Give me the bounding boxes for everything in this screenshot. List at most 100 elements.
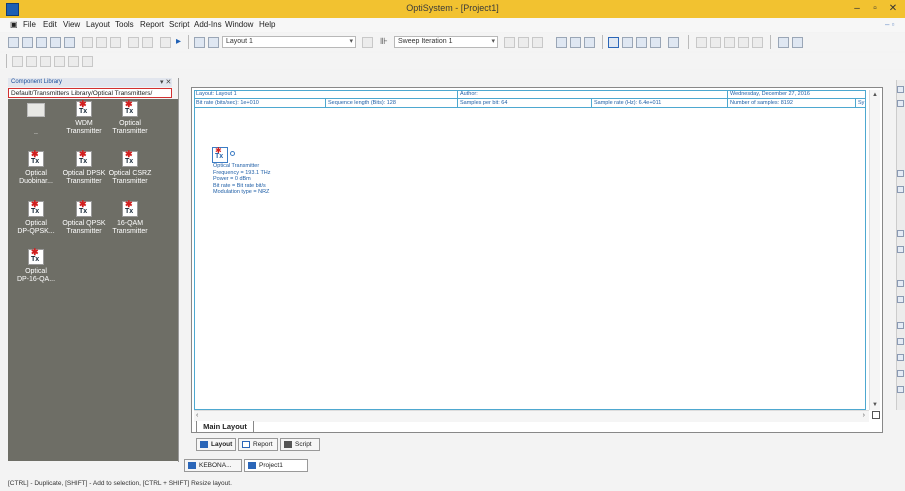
- mirror-icon[interactable]: [82, 56, 93, 67]
- tab-script[interactable]: Script: [280, 438, 320, 451]
- tab-main-layout[interactable]: Main Layout: [196, 421, 254, 433]
- dock-btn-icon[interactable]: [897, 296, 904, 303]
- menu-window[interactable]: Window: [222, 19, 256, 30]
- tab-report[interactable]: Report: [238, 438, 278, 451]
- grid-icon[interactable]: [556, 37, 567, 48]
- zoom-in-icon[interactable]: [12, 56, 23, 67]
- optimize-icon[interactable]: [724, 37, 735, 48]
- mdi-controls[interactable]: – ▫: [882, 19, 898, 30]
- sweep-icon[interactable]: ⊪: [380, 36, 388, 47]
- menu-report[interactable]: Report: [137, 19, 167, 30]
- close-button[interactable]: ✕: [886, 2, 900, 15]
- dock-btn-icon[interactable]: [897, 280, 904, 287]
- rotate-icon[interactable]: [54, 56, 65, 67]
- dock-btn-icon[interactable]: [897, 86, 904, 93]
- redo-icon[interactable]: [142, 37, 153, 48]
- align-icon[interactable]: [584, 37, 595, 48]
- scroll-down-icon[interactable]: ▼: [872, 402, 878, 408]
- corner-zoom-icon[interactable]: [872, 411, 880, 419]
- bom-icon[interactable]: [778, 37, 789, 48]
- layout-select[interactable]: Layout 1 ▾: [222, 36, 356, 48]
- copy-icon[interactable]: [96, 37, 107, 48]
- paste-icon[interactable]: [110, 37, 121, 48]
- back-icon[interactable]: [160, 37, 171, 48]
- dock-btn-icon[interactable]: [897, 186, 904, 193]
- menu-add-ins[interactable]: Add-Ins: [191, 19, 225, 30]
- new-file-icon[interactable]: [8, 37, 19, 48]
- optical-transmitter-component[interactable]: ✱ Tx: [212, 147, 228, 163]
- snap-icon[interactable]: [570, 37, 581, 48]
- dock-btn-icon[interactable]: [897, 338, 904, 345]
- menu-help[interactable]: Help: [256, 19, 278, 30]
- scroll-left-icon[interactable]: ‹: [196, 412, 198, 419]
- library-item-wdm-transmitter[interactable]: ✱ Tx WDM Transmitter: [58, 100, 110, 136]
- horizontal-scrollbar[interactable]: ‹ ›: [194, 410, 869, 422]
- menu-file[interactable]: File: [20, 19, 39, 30]
- zoom-fit-icon[interactable]: [40, 56, 51, 67]
- minimize-button[interactable]: –: [850, 2, 864, 15]
- library-item-optical-qpsk[interactable]: ✱ Tx Optical QPSK Transmitter: [58, 200, 110, 236]
- sweep-config-icon[interactable]: [532, 37, 543, 48]
- output-port[interactable]: [230, 151, 235, 156]
- library-item-optical-dp-qpsk[interactable]: ✱ Tx Optical DP-QPSK...: [10, 200, 62, 236]
- library-item-optical-duobinary[interactable]: ✱ Tx Optical Duobinar...: [10, 150, 62, 186]
- zoom-out-icon[interactable]: [26, 56, 37, 67]
- library-item-optical-transmitter[interactable]: ✱ Tx Optical Transmitter: [104, 100, 156, 136]
- sweep-prev-icon[interactable]: [504, 37, 515, 48]
- dock-btn-icon[interactable]: [897, 246, 904, 253]
- cut-icon[interactable]: [82, 37, 93, 48]
- calc-icon[interactable]: [696, 37, 707, 48]
- sweep-select[interactable]: Sweep Iteration 1 ▾: [394, 36, 498, 48]
- layout-list-icon[interactable]: [208, 37, 219, 48]
- restore-button[interactable]: ▫: [868, 2, 882, 15]
- print-icon[interactable]: [64, 37, 75, 48]
- dock-btn-icon[interactable]: [897, 230, 904, 237]
- vertical-scrollbar[interactable]: ▲ ▼: [869, 90, 880, 410]
- menu-script[interactable]: Script: [166, 19, 192, 30]
- library-item-optical-dp-16qam[interactable]: ✱ Tx Optical DP-16-QA...: [10, 248, 62, 284]
- split-icon[interactable]: [650, 37, 661, 48]
- sweep-next-icon[interactable]: [518, 37, 529, 48]
- dock-btn-icon[interactable]: [897, 386, 904, 393]
- library-item-optical-csrz[interactable]: ✱ Tx Optical CSRZ Transmitter: [104, 150, 156, 186]
- panel-splitter[interactable]: [178, 78, 179, 462]
- menu-layout[interactable]: Layout: [83, 19, 113, 30]
- flip-icon[interactable]: [68, 56, 79, 67]
- library-item-up[interactable]: ..: [10, 103, 62, 137]
- open-sample-icon[interactable]: [36, 37, 47, 48]
- doc-tab-kebona[interactable]: KEBONA...: [184, 459, 242, 472]
- scroll-right-icon[interactable]: ›: [863, 412, 865, 419]
- window-icon[interactable]: [668, 37, 679, 48]
- sweep-select-value: Sweep Iteration 1: [398, 38, 453, 45]
- dock-btn-icon[interactable]: [897, 100, 904, 107]
- menu-app-icon[interactable]: ▣: [7, 19, 21, 30]
- dock-btn-icon[interactable]: [897, 170, 904, 177]
- menu-tools[interactable]: Tools: [112, 19, 137, 30]
- undo-icon[interactable]: [128, 37, 139, 48]
- menu-edit[interactable]: Edit: [40, 19, 60, 30]
- menu-view[interactable]: View: [60, 19, 83, 30]
- cascade-icon[interactable]: [636, 37, 647, 48]
- open-folder-icon[interactable]: [22, 37, 33, 48]
- tab-layout[interactable]: Layout: [196, 438, 236, 451]
- dock-btn-icon[interactable]: [897, 322, 904, 329]
- save-icon[interactable]: [50, 37, 61, 48]
- report-icon[interactable]: [710, 37, 721, 48]
- dock-btn-icon[interactable]: [897, 370, 904, 377]
- script-icon[interactable]: [738, 37, 749, 48]
- library-item-16qam[interactable]: ✱ Tx 16-QAM Transmitter: [104, 200, 156, 236]
- layout-icon[interactable]: [194, 37, 205, 48]
- tile-icon[interactable]: [622, 37, 633, 48]
- scroll-up-icon[interactable]: ▲: [872, 92, 878, 98]
- doc-tab-project1[interactable]: Project1: [244, 459, 308, 472]
- dock-btn-icon[interactable]: [897, 354, 904, 361]
- run-arrow-icon[interactable]: ▸: [176, 36, 181, 47]
- view-mode-icon[interactable]: [608, 37, 619, 48]
- layout-options-icon[interactable]: [362, 37, 373, 48]
- panel-close-icon[interactable]: ▾ ✕: [160, 78, 171, 87]
- export-icon[interactable]: [752, 37, 763, 48]
- script-tab-icon: [284, 441, 292, 448]
- layout-canvas[interactable]: [194, 90, 866, 410]
- picture-icon[interactable]: [792, 37, 803, 48]
- library-item-optical-dpsk[interactable]: ✱ Tx Optical DPSK Transmitter: [58, 150, 110, 186]
